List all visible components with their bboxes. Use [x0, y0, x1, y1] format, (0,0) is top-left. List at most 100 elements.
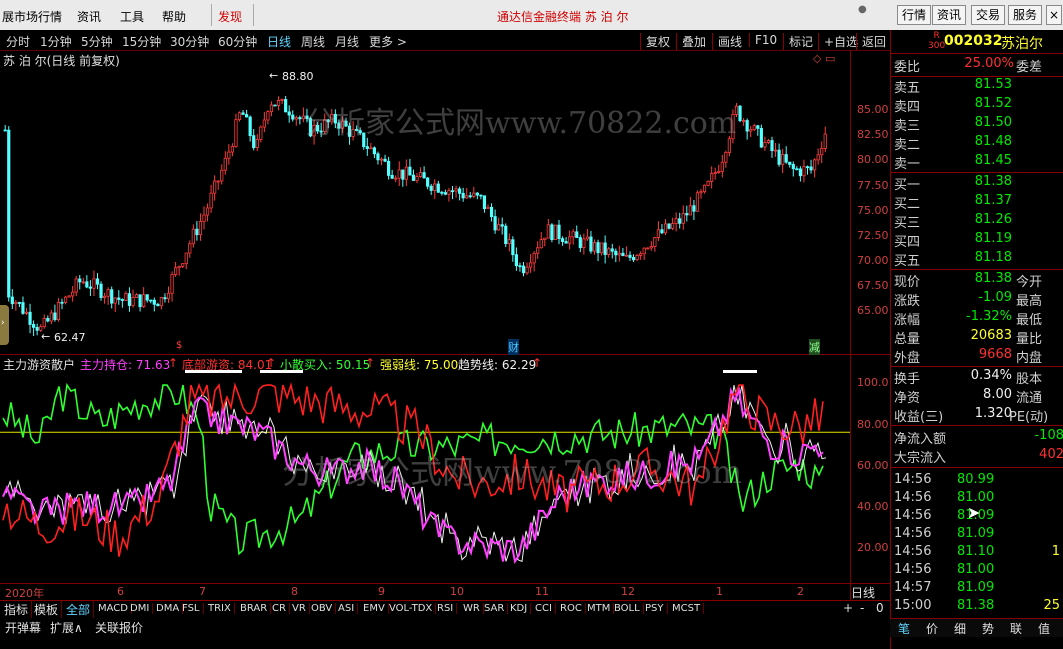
close-icon[interactable]: × [1046, 5, 1063, 25]
bid-row[interactable]: 买二 81.37 [891, 193, 1063, 212]
tool-add-watchlist[interactable]: +自选 [818, 33, 858, 50]
tab-wr[interactable]: WR [463, 603, 484, 614]
candle-body [88, 286, 92, 289]
menu-help[interactable]: 帮助 [162, 8, 186, 25]
tab-psy[interactable]: PSY [645, 603, 668, 614]
tab-roc[interactable]: ROC [560, 603, 586, 614]
danmaku-toggle[interactable]: 开弹幕 [5, 619, 41, 636]
weibi-value: 25.00% [964, 56, 1014, 71]
candlestick-chart[interactable] [0, 50, 890, 355]
menu-news[interactable]: 资讯 [77, 8, 101, 25]
candle-body [486, 206, 490, 210]
tab-kdj[interactable]: KDJ [510, 603, 532, 614]
finance-marker[interactable]: 财 [508, 339, 519, 355]
flow-label: 净流入额 [894, 432, 947, 447]
menu-discover[interactable]: 发现 [218, 8, 242, 25]
related-quotes-button[interactable]: 关联报价 [95, 619, 143, 636]
tab-emv[interactable]: EMV [363, 603, 389, 614]
ask-row[interactable]: 卖五 81.53 [891, 77, 1063, 96]
period-daily[interactable]: 日线 [267, 33, 291, 50]
tool-overlay[interactable]: 叠加 [676, 33, 706, 50]
candle-body [53, 312, 57, 321]
event-marker-icon[interactable]: $ [176, 340, 182, 351]
tool-restore-rights[interactable]: 复权 [640, 33, 670, 50]
tab-trix[interactable]: TRIX [208, 603, 235, 614]
tool-draw[interactable]: 画线 [712, 33, 742, 50]
period-5min[interactable]: 5分钟 [81, 33, 113, 50]
zoom-out-button[interactable]: - [860, 601, 867, 615]
candle-body [269, 104, 274, 113]
candle-body [706, 181, 710, 186]
stat-row: 现价 81.38 今开 [891, 271, 1063, 290]
tab-mtm[interactable]: MTM [587, 603, 615, 614]
period-indicator[interactable]: 日线 [851, 584, 875, 601]
period-more[interactable]: 更多 > [369, 33, 407, 50]
tab-brar[interactable]: BRAR [240, 603, 272, 614]
fin-value: 8.00 [983, 387, 1012, 402]
ask-row[interactable]: 卖三 81.50 [891, 115, 1063, 134]
ask-row[interactable]: 卖一 81.45 [891, 153, 1063, 172]
menu-tools[interactable]: 工具 [120, 8, 144, 25]
tab-cr[interactable]: CR [272, 603, 290, 614]
tab-detail[interactable]: 细 [954, 620, 966, 637]
tab-indicator[interactable]: 指标 [4, 601, 33, 618]
fin-right-label: 流通 [1016, 391, 1043, 406]
tool-f10[interactable]: F10 [749, 33, 777, 47]
ask-row[interactable]: 卖二 81.48 [891, 134, 1063, 153]
zoom-reset-button[interactable]: 0 [876, 601, 887, 615]
btn-info[interactable]: 资讯 [932, 5, 967, 25]
bid-row[interactable]: 买四 81.19 [891, 231, 1063, 250]
bid-row[interactable]: 买五 81.18 [891, 250, 1063, 269]
zoom-in-button[interactable]: + [843, 601, 856, 615]
tab-dma[interactable]: DMA [156, 603, 184, 614]
tab-trades[interactable]: 笔 [898, 620, 910, 637]
y-tick: 65.00 [857, 304, 889, 317]
candle-body [223, 157, 227, 171]
tab-cci[interactable]: CCI [535, 603, 556, 614]
chevron-right-icon[interactable]: › [1, 318, 5, 328]
candle-body [770, 140, 774, 152]
tab-asi[interactable]: ASI [338, 603, 359, 614]
tab-rsi[interactable]: RSI [437, 603, 458, 614]
tool-mark[interactable]: 标记 [783, 33, 813, 50]
tool-back[interactable]: 返回 [856, 33, 886, 50]
stat-label: 总量 [894, 332, 921, 347]
period-1min[interactable]: 1分钟 [40, 33, 72, 50]
candle-body [273, 104, 277, 107]
tab-vol-tdx[interactable]: VOL-TDX [389, 603, 437, 614]
expand-button[interactable]: 扩展∧ [50, 619, 83, 636]
tab-dmi[interactable]: DMI [130, 603, 154, 614]
tab-linked[interactable]: 联 [1010, 620, 1022, 637]
tab-trend[interactable]: 势 [982, 620, 994, 637]
tab-mcst[interactable]: MCST [672, 603, 705, 614]
tab-value[interactable]: 值 [1038, 620, 1050, 637]
tab-boll[interactable]: BOLL [614, 603, 644, 614]
candle-body [692, 205, 696, 212]
period-monthly[interactable]: 月线 [335, 33, 359, 50]
tick-row: 14:57 81.09 [891, 580, 1063, 599]
stat-row: 外盘 9668 内盘 [891, 347, 1063, 366]
period-weekly[interactable]: 周线 [301, 33, 325, 50]
period-15min[interactable]: 15分钟 [122, 33, 161, 50]
tab-template[interactable]: 模板 [34, 601, 63, 618]
tab-vr[interactable]: VR [292, 603, 310, 614]
btn-quote[interactable]: 行情 [897, 5, 932, 25]
ask-row[interactable]: 卖四 81.52 [891, 96, 1063, 115]
tick-time: 14:56 [894, 544, 932, 559]
period-timeline[interactable]: 分时 [6, 33, 30, 50]
tab-sar[interactable]: SAR [484, 603, 509, 614]
period-60min[interactable]: 60分钟 [218, 33, 257, 50]
reduce-marker[interactable]: 减 [809, 339, 820, 355]
tab-all[interactable]: 全部 [66, 601, 95, 618]
btn-service[interactable]: 服务 [1008, 5, 1043, 25]
candle-body [213, 180, 217, 194]
tab-macd[interactable]: MACD [98, 603, 132, 614]
btn-trade[interactable]: 交易 [971, 5, 1006, 25]
bid-row[interactable]: 买一 81.38 [891, 174, 1063, 193]
tab-obv[interactable]: OBV [311, 603, 337, 614]
tab-fsl[interactable]: FSL [182, 603, 204, 614]
period-30min[interactable]: 30分钟 [170, 33, 209, 50]
bid-row[interactable]: 买三 81.26 [891, 212, 1063, 231]
tab-price[interactable]: 价 [926, 620, 938, 637]
menu-market[interactable]: 展市场行情 [2, 8, 62, 25]
